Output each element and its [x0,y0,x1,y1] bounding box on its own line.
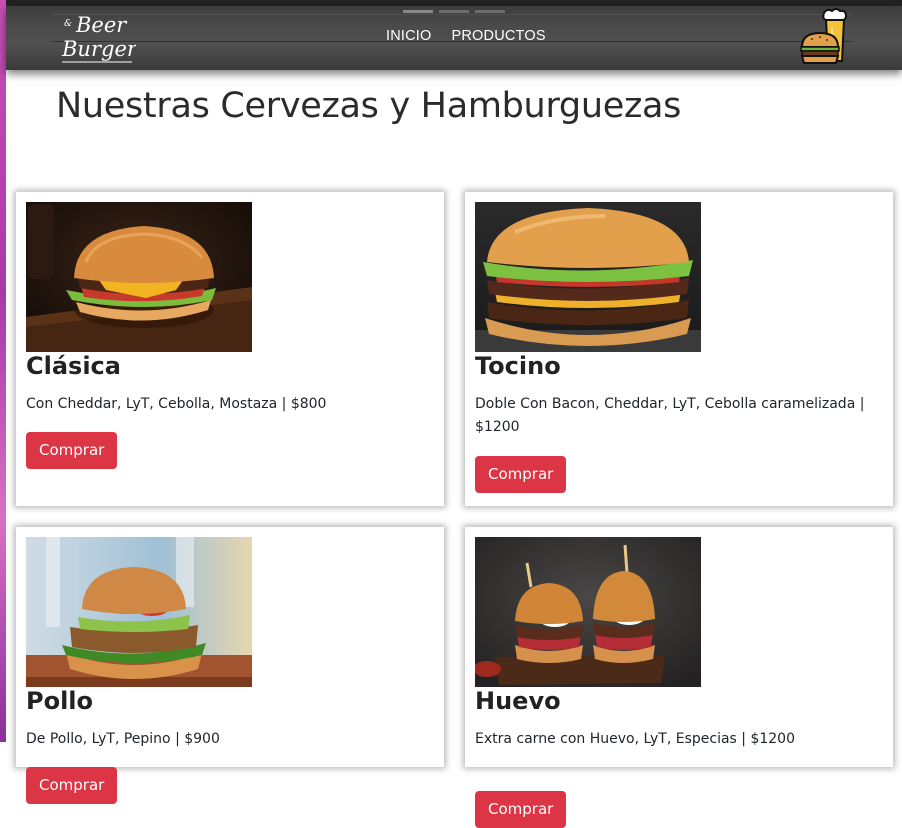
buy-button-tocino[interactable]: Comprar [475,456,567,493]
burger-huevo-image [475,537,701,687]
product-title: Pollo [26,687,94,715]
product-title: Tocino [475,352,561,380]
burger-pollo-image [26,537,252,687]
navbar: & Beer Burger INICIO PRODUCTOS [6,6,902,70]
buy-button-huevo[interactable]: Comprar [475,791,567,828]
product-description: Extra carne con Huevo, LyT, Especias | $… [475,731,795,747]
buy-button-pollo[interactable]: Comprar [26,767,118,804]
page-title: Nuestras Cervezas y Hamburguezas [56,86,682,126]
product-description: De Pollo, LyT, Pepino | $900 [26,731,220,747]
product-title: Clásica [26,352,121,380]
nav-link-productos[interactable]: PRODUCTOS [452,28,546,44]
logo-amp: & [64,19,72,29]
product-title: Huevo [475,687,561,715]
nav-link-inicio[interactable]: INICIO [386,28,432,44]
product-description: Doble Con Bacon, Cheddar, LyT, Cebolla c… [475,396,865,435]
burger-tocino-image [475,202,701,352]
burger-clasica-image [26,202,252,352]
logo-text-bottom: Burger [61,37,136,61]
nav-links: INICIO PRODUCTOS [386,28,546,44]
carousel-indicators [403,10,505,13]
product-card-huevo: Huevo Extra carne con Huevo, LyT, Especi… [465,527,893,828]
background-strip [0,0,6,742]
product-description: Con Cheddar, LyT, Cebolla, Mostaza | $80… [26,396,327,412]
indicator-2[interactable] [439,10,469,13]
burger-beer-icon[interactable] [794,7,848,67]
logo-text-top: Beer [75,13,128,37]
product-card-tocino: Tocino Doble Con Bacon, Cheddar, LyT, Ce… [465,192,893,506]
indicator-3[interactable] [475,10,505,13]
product-card-pollo: Pollo De Pollo, LyT, Pepino | $900 Compr… [16,527,444,804]
buy-button-clasica[interactable]: Comprar [26,432,118,469]
product-card-clasica: Clásica Con Cheddar, LyT, Cebolla, Mosta… [16,192,444,506]
indicator-1[interactable] [403,10,433,13]
beer-burger-logo[interactable]: & Beer Burger [58,8,136,66]
